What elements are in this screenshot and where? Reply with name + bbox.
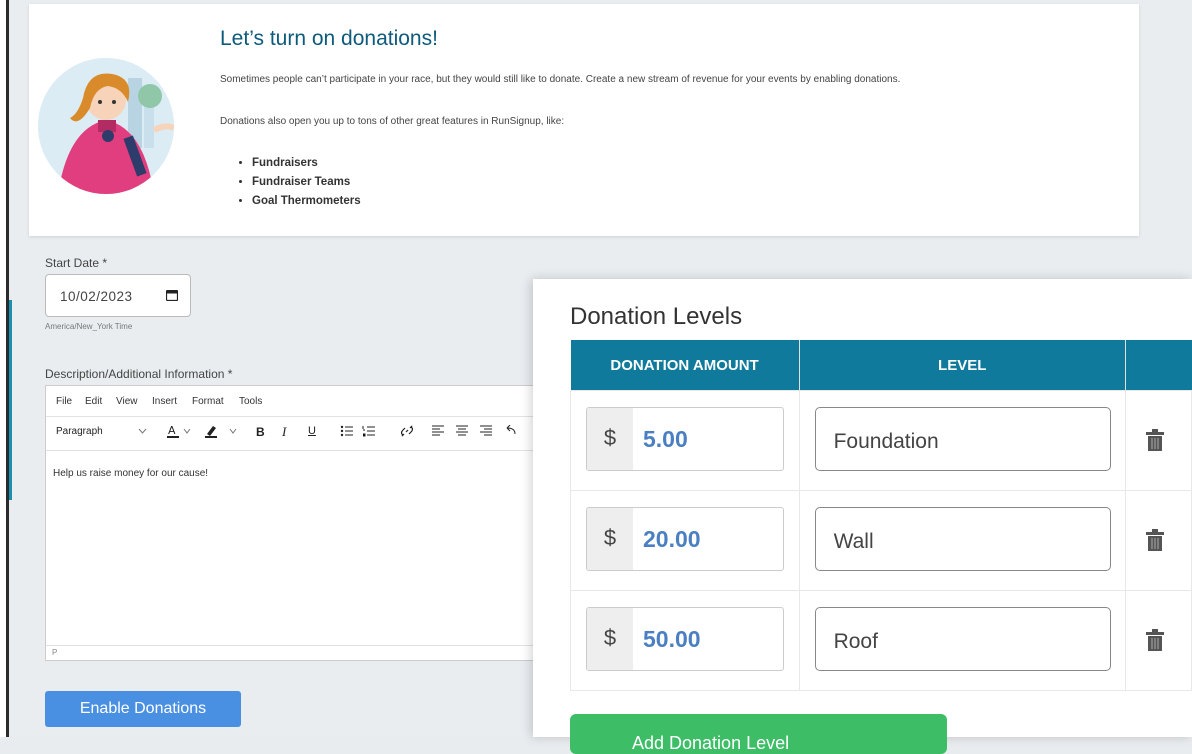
start-date-label: Start Date *: [45, 256, 108, 270]
feature-list: Fundraisers Fundraiser Teams Goal Thermo…: [238, 154, 361, 211]
runner-illustration-graphic: [38, 58, 174, 194]
enable-donations-button[interactable]: Enable Donations: [45, 691, 241, 727]
bullet-list-icon[interactable]: [340, 425, 354, 437]
editor-element-path: P: [52, 648, 58, 657]
align-center-icon[interactable]: [456, 425, 468, 436]
menu-file[interactable]: File: [56, 396, 72, 407]
menu-format[interactable]: Format: [192, 396, 224, 407]
menu-edit[interactable]: Edit: [85, 396, 102, 407]
left-accent-bar: [9, 300, 12, 500]
feature-item: Goal Thermometers: [252, 192, 361, 211]
amount-cell: $ 50.00: [570, 590, 800, 691]
actions-cell: [1124, 590, 1192, 691]
level-value: Wall: [833, 530, 874, 553]
level-value: Roof: [833, 630, 878, 653]
level-cell: Wall: [798, 490, 1126, 591]
amount-value: 5.00: [643, 426, 688, 452]
intro-description: Sometimes people can’t participate in yo…: [220, 74, 901, 85]
chevron-down-icon[interactable]: [183, 428, 191, 434]
header-level: LEVEL: [799, 340, 1126, 391]
editor-content[interactable]: Help us raise money for our cause!: [53, 468, 208, 479]
trash-icon[interactable]: [1145, 629, 1164, 651]
editor-toolbar: Paragraph A B I U: [46, 416, 564, 451]
feature-item: Fundraisers: [252, 154, 361, 173]
table-header-row: DONATION AMOUNT LEVEL: [570, 340, 1192, 391]
undo-icon[interactable]: [504, 425, 516, 436]
start-date-value: 10/02/2023: [60, 289, 133, 304]
trash-icon[interactable]: [1145, 429, 1164, 451]
feature-item: Fundraiser Teams: [252, 173, 361, 192]
align-right-icon[interactable]: [480, 425, 492, 436]
currency-addon: $: [587, 508, 633, 570]
level-value: Foundation: [833, 430, 939, 453]
add-donation-level-button[interactable]: Add Donation Level: [570, 714, 947, 754]
header-actions: [1125, 340, 1192, 391]
donation-levels-table: DONATION AMOUNT LEVEL $ 5.00 Foundation: [570, 340, 1192, 691]
editor-menubar: File Edit View Insert Format Tools: [46, 386, 564, 417]
donation-levels-title: Donation Levels: [570, 303, 743, 330]
actions-cell: [1124, 490, 1192, 591]
level-input[interactable]: Foundation: [814, 407, 1111, 471]
amount-input[interactable]: $ 50.00: [586, 607, 784, 671]
runner-illustration: [38, 58, 174, 194]
amount-cell: $ 20.00: [570, 490, 800, 591]
table-row: $ 20.00 Wall: [570, 490, 1192, 591]
description-label: Description/Additional Information *: [45, 367, 233, 381]
start-date-input[interactable]: 10/02/2023: [45, 274, 191, 317]
menu-view[interactable]: View: [116, 396, 138, 407]
intro-features-lead: Donations also open you up to tons of ot…: [220, 116, 565, 127]
amount-value: 20.00: [643, 526, 701, 552]
table-row: $ 50.00 Roof: [570, 590, 1192, 691]
level-input[interactable]: Roof: [814, 607, 1111, 671]
add-donation-level-label: Add Donation Level: [632, 733, 790, 753]
table-row: $ 5.00 Foundation: [570, 390, 1192, 491]
chevron-down-icon[interactable]: [229, 428, 237, 434]
level-input[interactable]: Wall: [814, 507, 1111, 571]
text-color-icon[interactable]: A: [166, 423, 180, 439]
currency-addon: $: [587, 608, 633, 670]
currency-addon: $: [587, 408, 633, 470]
amount-cell: $ 5.00: [570, 390, 800, 491]
svg-text:A: A: [168, 424, 176, 437]
menu-tools[interactable]: Tools: [239, 396, 262, 407]
amount-input[interactable]: $ 20.00: [586, 507, 784, 571]
highlight-icon[interactable]: [204, 423, 218, 439]
align-left-icon[interactable]: [432, 425, 444, 436]
actions-cell: [1124, 390, 1192, 491]
numbered-list-icon[interactable]: [362, 425, 376, 437]
amount-value: 50.00: [643, 626, 701, 652]
underline-button[interactable]: U: [308, 425, 316, 437]
link-icon[interactable]: [400, 424, 414, 438]
donation-levels-panel: Donation Levels DONATION AMOUNT LEVEL $ …: [533, 279, 1192, 737]
block-format-select[interactable]: Paragraph: [56, 426, 103, 437]
trash-icon[interactable]: [1145, 529, 1164, 551]
page-left-border: [0, 0, 9, 737]
donations-intro-card: [29, 4, 1139, 236]
bold-button[interactable]: B: [256, 425, 265, 439]
editor-statusbar: P: [46, 645, 564, 660]
header-donation-amount: DONATION AMOUNT: [570, 340, 800, 391]
amount-input[interactable]: $ 5.00: [586, 407, 784, 471]
rich-text-editor: File Edit View Insert Format Tools Parag…: [45, 385, 565, 661]
timezone-note: America/New_York Time: [45, 322, 133, 331]
chevron-down-icon[interactable]: [138, 428, 147, 434]
level-cell: Foundation: [798, 390, 1126, 491]
level-cell: Roof: [798, 590, 1126, 691]
intro-title: Let’s turn on donations!: [220, 27, 438, 50]
menu-insert[interactable]: Insert: [152, 396, 177, 407]
calendar-icon[interactable]: [166, 290, 178, 301]
italic-button[interactable]: I: [282, 424, 286, 440]
